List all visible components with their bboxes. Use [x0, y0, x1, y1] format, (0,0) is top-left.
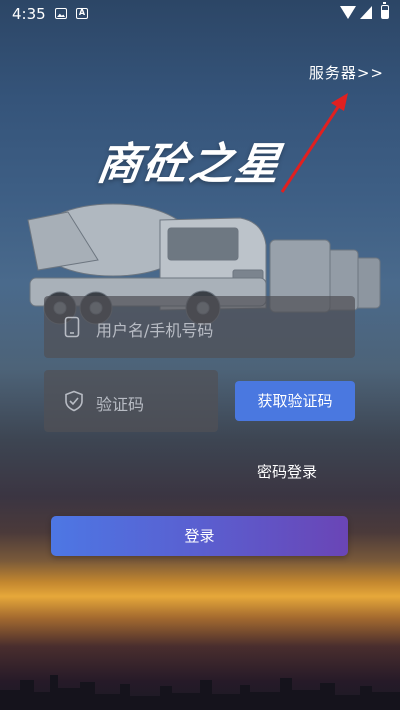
font-icon: A [76, 8, 88, 19]
login-button[interactable]: 登录 [51, 516, 348, 556]
shield-icon [65, 390, 83, 412]
battery-icon [381, 2, 389, 19]
city-skyline-image [0, 675, 400, 710]
username-placeholder: 用户名/手机号码 [96, 321, 214, 340]
cell-signal-icon [360, 6, 372, 19]
wifi-icon [340, 6, 356, 19]
username-field[interactable]: 用户名/手机号码 [44, 296, 355, 358]
app-logo: 商砼之星 [93, 139, 285, 190]
gallery-icon [55, 8, 67, 19]
status-time: 4:35 [12, 5, 46, 23]
status-bar: 4:35 A [0, 0, 400, 28]
password-login-link[interactable]: 密码登录 [257, 461, 317, 482]
verification-code-field[interactable]: 验证码 [44, 370, 218, 432]
code-placeholder: 验证码 [96, 395, 145, 414]
server-settings-link[interactable]: 服务器>> [309, 62, 384, 83]
phone-icon [64, 316, 80, 338]
get-code-button[interactable]: 获取验证码 [235, 381, 355, 421]
